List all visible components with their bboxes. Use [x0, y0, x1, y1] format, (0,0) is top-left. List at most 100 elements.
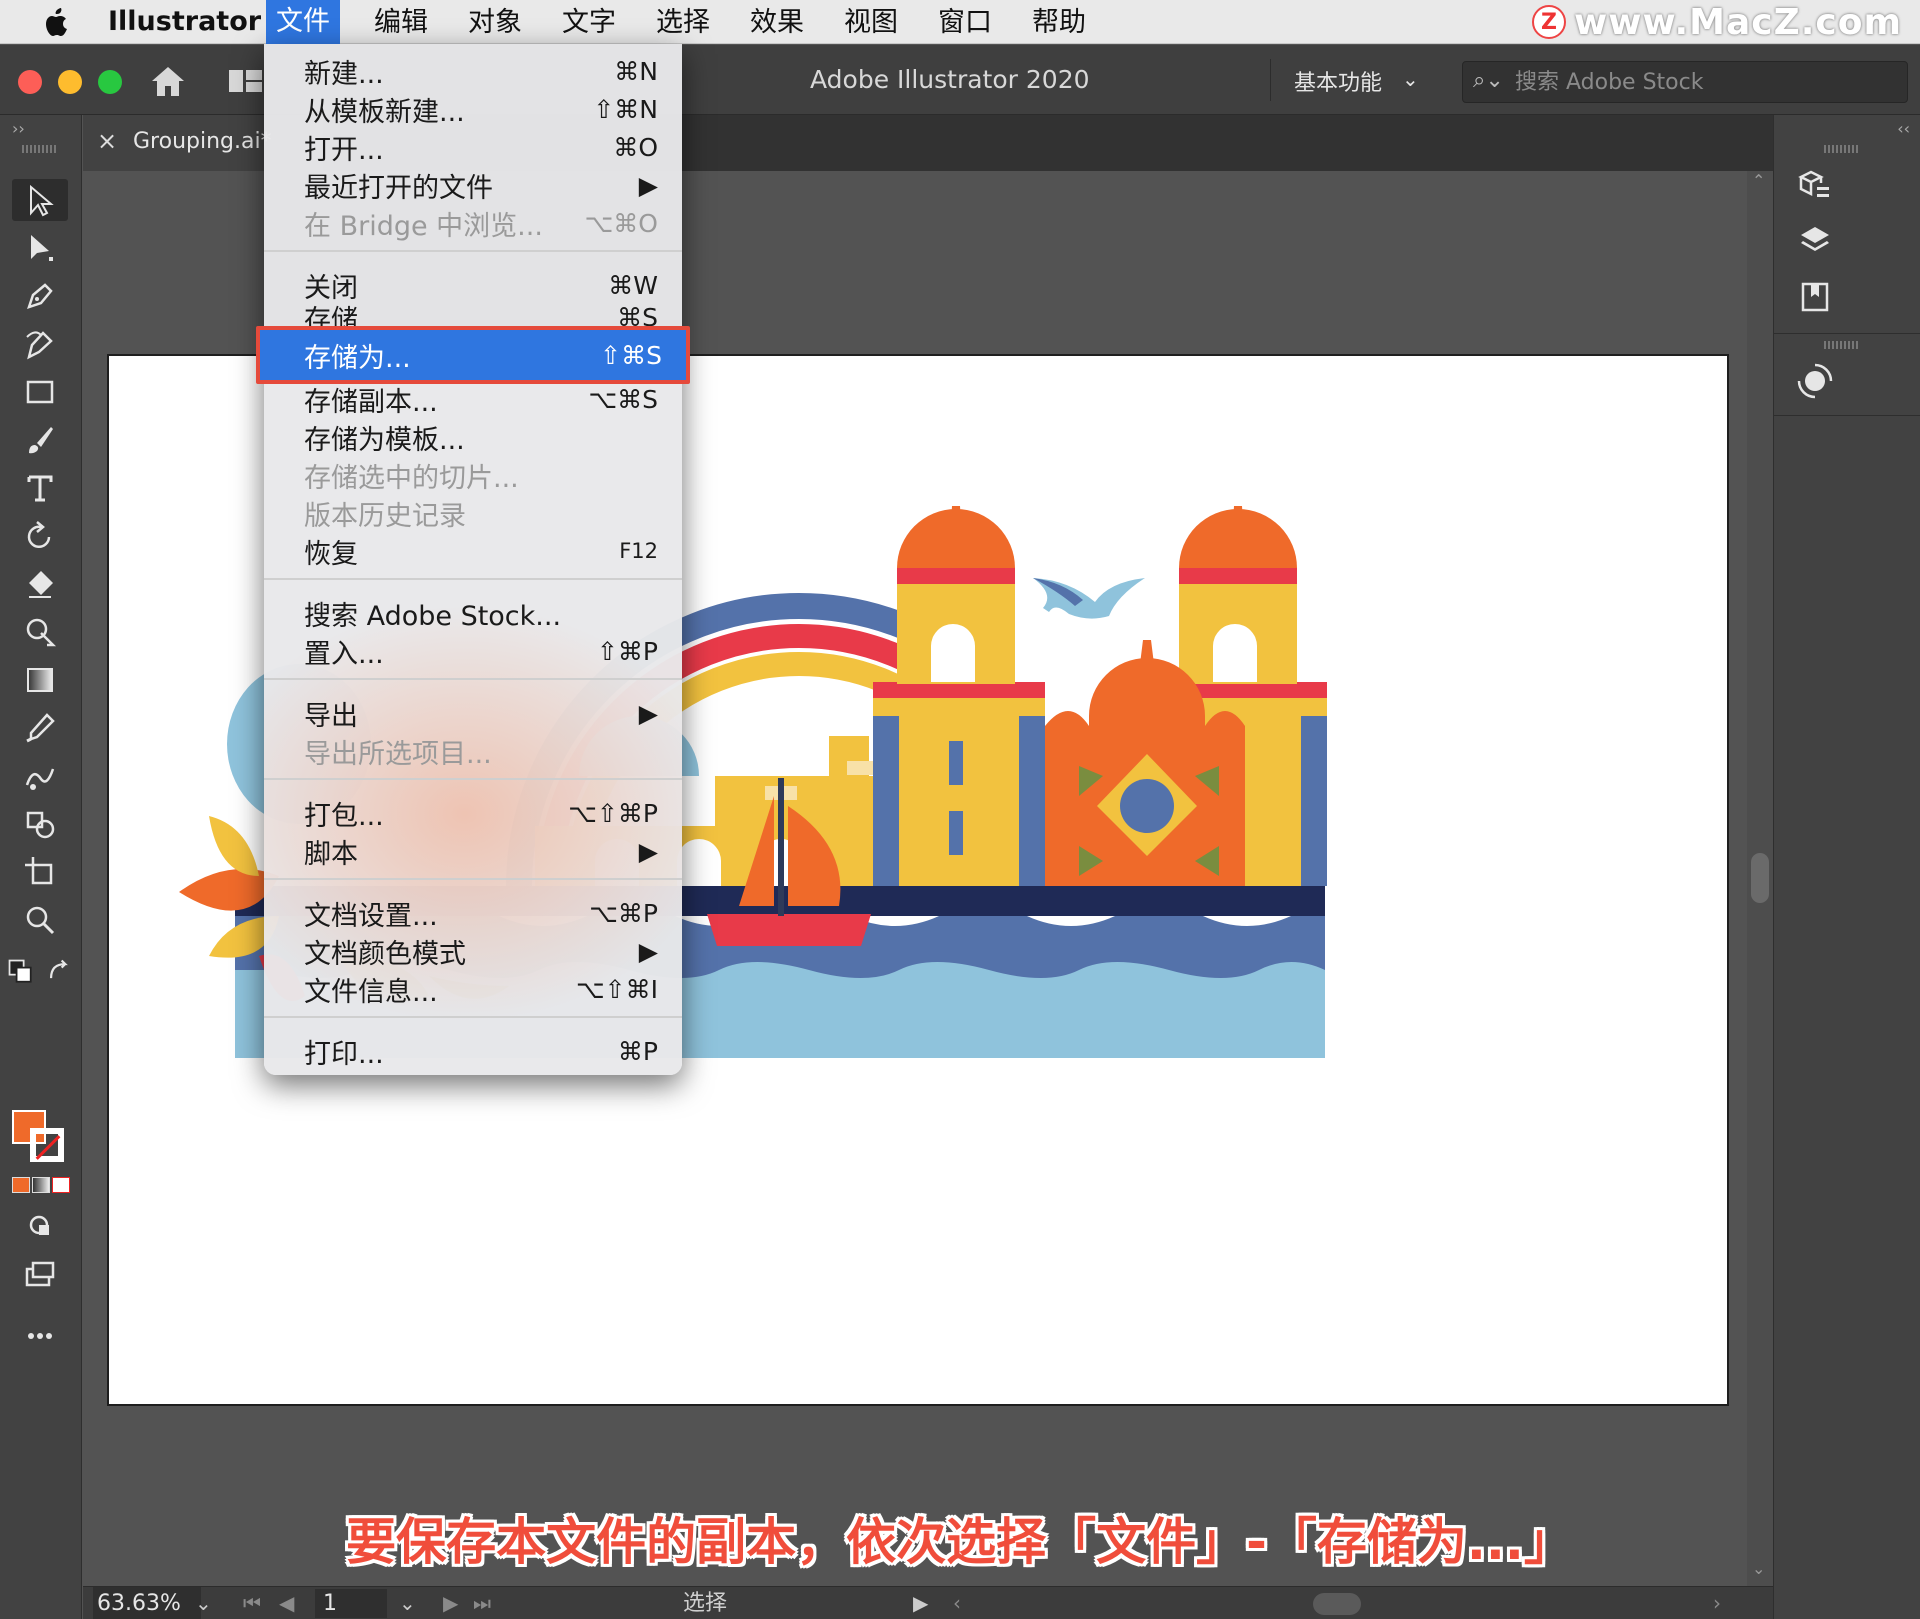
gradient-tool-icon[interactable] [12, 659, 68, 701]
default-colors-icon[interactable] [6, 951, 36, 993]
document-tab-label[interactable]: Grouping.ai* [133, 129, 272, 154]
chevron-down-icon[interactable]: ⌄ [1402, 67, 1419, 91]
stock-search-input[interactable] [1515, 66, 1895, 98]
close-tab-icon[interactable]: × [97, 127, 117, 155]
menu-type[interactable]: 文字 [552, 5, 626, 41]
menu-item-close[interactable]: 关闭 ⌘W [264, 266, 682, 304]
panel-grip[interactable] [22, 145, 58, 153]
status-tool-label[interactable]: 选择 [683, 1587, 727, 1619]
artboard-dropdown-icon[interactable]: ⌄ [399, 1587, 416, 1619]
symbol-sprayer-tool-icon[interactable] [12, 803, 68, 845]
menu-view[interactable]: 视图 [834, 5, 908, 41]
menu-object[interactable]: 对象 [458, 5, 532, 41]
libraries-panel-icon[interactable] [1792, 275, 1838, 319]
menu-item-new-from-template[interactable]: 从模板新建... ⇧⌘N [264, 90, 682, 128]
menu-item-save-a-copy[interactable]: 存储副本... ⌥⌘S [264, 380, 682, 418]
previous-artboard-icon[interactable]: ◀ [279, 1587, 294, 1619]
menu-item-open[interactable]: 打开... ⌘O [264, 128, 682, 166]
panel-grip[interactable] [1824, 341, 1860, 349]
artboard-tool-icon[interactable] [12, 851, 68, 893]
first-artboard-icon[interactable]: ⏮ [243, 1587, 261, 1619]
zoom-dropdown-icon[interactable]: ⌄ [195, 1587, 212, 1619]
stroke-color-swatch[interactable] [30, 1128, 64, 1162]
shape-builder-tool-icon[interactable] [12, 611, 68, 653]
last-artboard-icon[interactable]: ⏭ [473, 1587, 491, 1619]
collapse-panel-icon[interactable]: ‹‹ [1897, 119, 1910, 138]
menu-item-open-recent[interactable]: 最近打开的文件 ▶ [264, 166, 682, 204]
menu-item-save-as[interactable]: 存储为... ⇧⌘S [260, 336, 686, 374]
menu-edit[interactable]: 编辑 [364, 5, 438, 41]
screen-mode-icon[interactable] [12, 1253, 68, 1295]
menu-effect[interactable]: 效果 [740, 5, 814, 41]
divider [1774, 415, 1920, 416]
rotate-tool-icon[interactable] [12, 515, 68, 557]
menu-item-save-as-template[interactable]: 存储为模板... [264, 418, 682, 456]
menu-item-print[interactable]: 打印... ⌘P [264, 1032, 682, 1070]
watermark: Z www.MacZ.com [1532, 2, 1902, 43]
apple-logo-icon[interactable] [40, 6, 74, 40]
menu-item-place[interactable]: 置入... ⇧⌘P [264, 632, 682, 670]
eraser-tool-icon[interactable] [12, 563, 68, 605]
status-menu-icon[interactable]: ▶ [913, 1587, 928, 1619]
search-icon[interactable]: ⌕⌄ [1473, 68, 1504, 93]
draw-modes-icon[interactable] [12, 1205, 68, 1247]
close-window-button[interactable] [18, 70, 42, 94]
macz-logo-icon: Z [1532, 5, 1567, 39]
more-tools-icon[interactable] [12, 1315, 68, 1357]
menu-help[interactable]: 帮助 [1022, 5, 1096, 41]
right-panel-dock: ‹‹ [1773, 115, 1920, 1619]
scroll-right-icon[interactable]: › [1713, 1587, 1721, 1619]
swap-colors-icon[interactable] [44, 951, 74, 993]
menu-select[interactable]: 选择 [646, 5, 720, 41]
collapse-panel-icon[interactable]: ›› [12, 119, 25, 138]
layers-panel-icon[interactable] [1792, 219, 1838, 263]
menu-item-document-color-mode[interactable]: 文档颜色模式 ▶ [264, 932, 682, 970]
home-icon[interactable] [148, 63, 188, 99]
blend-tool-icon[interactable] [12, 755, 68, 797]
scrollbar-thumb[interactable] [1751, 853, 1769, 903]
color-mode-button[interactable] [12, 1177, 30, 1193]
arrange-documents-icon[interactable] [228, 67, 264, 95]
artboard-number-field[interactable]: 1 [315, 1589, 387, 1618]
zoom-level-field[interactable]: 63.63% [93, 1587, 201, 1619]
recolor-panel-icon[interactable] [1792, 359, 1838, 403]
menu-file[interactable]: 文件 [266, 0, 340, 44]
menu-item-document-setup[interactable]: 文档设置... ⌥⌘P [264, 894, 682, 932]
workspace-switcher[interactable]: 基本功能 [1294, 65, 1382, 97]
menu-item-scripts[interactable]: 脚本 ▶ [264, 832, 682, 870]
stock-search-box[interactable]: ⌕⌄ [1462, 61, 1908, 103]
none-mode-button[interactable] [52, 1177, 70, 1193]
save-as-highlight-box: 存储为... ⇧⌘S [256, 326, 690, 384]
menu-item-package[interactable]: 打包... ⌥⇧⌘P [264, 794, 682, 832]
pen-tool-icon[interactable] [12, 275, 68, 317]
minimize-window-button[interactable] [58, 70, 82, 94]
tutorial-caption: 要保存本文件的副本，依次选择「文件」-「存储为...」 [346, 1513, 1574, 1571]
menu-separator [264, 1016, 682, 1018]
scroll-left-icon[interactable]: ‹ [953, 1587, 961, 1619]
rectangle-tool-icon[interactable] [12, 371, 68, 413]
menu-window[interactable]: 窗口 [928, 5, 1002, 41]
app-menu-illustrator[interactable]: Illustrator [108, 6, 261, 37]
paintbrush-tool-icon[interactable] [12, 419, 68, 461]
horizontal-scrollbar-thumb[interactable] [1313, 1593, 1361, 1615]
menu-item-file-info[interactable]: 文件信息... ⌥⇧⌘I [264, 970, 682, 1008]
menu-item-export[interactable]: 导出 ▶ [264, 694, 682, 732]
properties-panel-icon[interactable] [1792, 163, 1838, 207]
next-artboard-icon[interactable]: ▶ [443, 1587, 458, 1619]
menu-item-revert[interactable]: 恢复 F12 [264, 532, 682, 570]
type-tool-icon[interactable] [12, 467, 68, 509]
submenu-arrow-icon: ▶ [638, 698, 658, 728]
curvature-tool-icon[interactable] [12, 323, 68, 365]
selection-tool-icon[interactable] [12, 179, 68, 221]
menu-item-search-adobe-stock[interactable]: 搜索 Adobe Stock... [264, 594, 682, 632]
menu-item-new[interactable]: 新建... ⌘N [264, 52, 682, 90]
menu-item-export-selection: 导出所选项目... [304, 738, 492, 770]
direct-selection-tool-icon[interactable] [12, 227, 68, 269]
scroll-up-icon[interactable]: ⌃ [1752, 171, 1765, 190]
zoom-window-button[interactable] [98, 70, 122, 94]
zoom-tool-icon[interactable] [12, 899, 68, 941]
panel-grip[interactable] [1824, 145, 1860, 153]
vertical-scrollbar[interactable]: ⌃ ⌄ [1747, 171, 1773, 1586]
gradient-mode-button[interactable] [32, 1177, 50, 1193]
eyedropper-tool-icon[interactable] [12, 707, 68, 749]
